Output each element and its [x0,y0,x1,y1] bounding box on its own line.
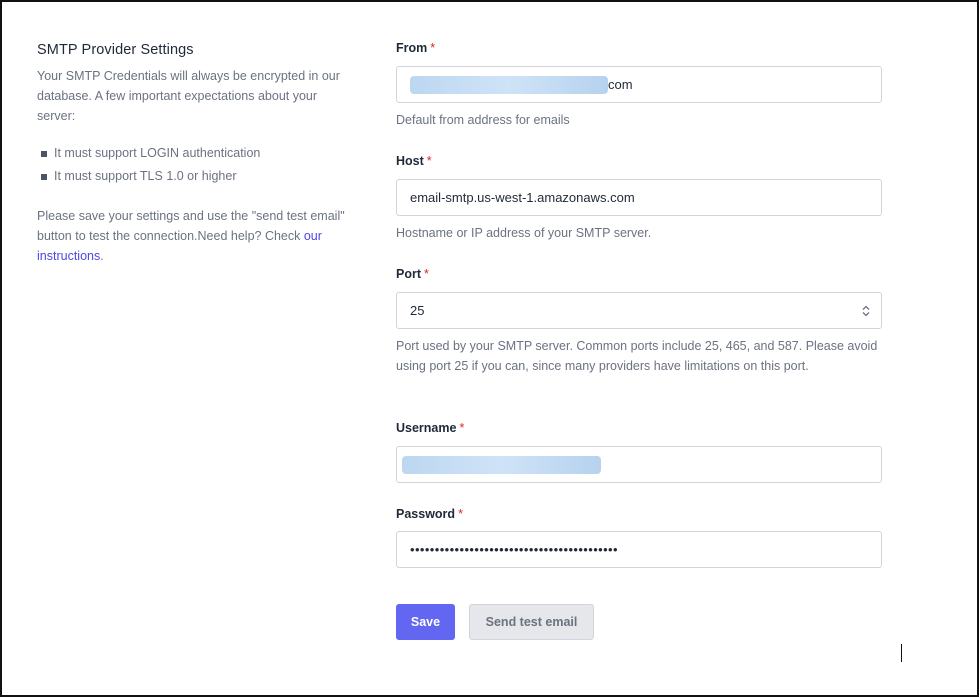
requirements-list: It must support LOGIN authentication It … [41,142,357,188]
host-field[interactable]: email-smtp.us-west-1.amazonaws.com [396,179,882,216]
requirement-text: It must support TLS 1.0 or higher [54,169,237,183]
port-label-text: Port [396,267,421,281]
port-field[interactable]: 25 [396,292,882,329]
username-label-text: Username [396,421,457,435]
port-field-value: 25 [410,303,425,318]
text-cursor [901,644,902,662]
username-field[interactable] [396,446,882,483]
port-help: Port used by your SMTP server. Common po… [396,339,878,373]
help-note-text: Please save your settings and use the "s… [37,209,345,243]
stepper-icon[interactable] [862,305,870,317]
required-marker: * [424,267,429,281]
settings-intro: SMTP Provider Settings Your SMTP Credent… [37,42,357,266]
redacted-value [410,75,608,94]
host-label: Host * [396,154,432,171]
password-label-text: Password [396,507,456,521]
password-field[interactable]: ••••••••••••••••••••••••••••••••••••••••… [396,531,882,568]
from-field-suffix: com [608,77,633,92]
required-marker: * [430,41,436,55]
section-description: Your SMTP Credentials will always be enc… [37,69,340,123]
list-item: It must support LOGIN authentication [41,142,357,165]
section-title: SMTP Provider Settings [37,42,194,58]
redacted-value [402,455,601,474]
from-label-text: From [396,41,428,55]
from-field[interactable]: com [396,66,882,103]
bullet-icon [41,150,47,157]
send-test-email-button[interactable]: Send test email [469,604,594,640]
username-label: Username * [396,421,464,438]
help-note: Please save your settings and use the "s… [37,206,357,266]
save-button[interactable]: Save [396,604,455,640]
from-help: Default from address for emails [396,113,570,127]
host-help: Hostname or IP address of your SMTP serv… [396,226,652,240]
password-masked-value: ••••••••••••••••••••••••••••••••••••••••… [410,542,618,557]
required-marker: * [459,421,465,435]
required-marker: * [426,154,432,168]
help-note-suffix: . [100,249,104,263]
requirement-text: It must support LOGIN authentication [54,146,261,160]
password-label: Password * [396,507,463,524]
host-field-value: email-smtp.us-west-1.amazonaws.com [410,190,635,205]
port-label: Port * [396,267,429,284]
bullet-icon [41,173,47,180]
required-marker: * [458,507,463,521]
list-item: It must support TLS 1.0 or higher [41,165,357,188]
from-label: From * [396,41,435,58]
host-label-text: Host [396,154,424,168]
